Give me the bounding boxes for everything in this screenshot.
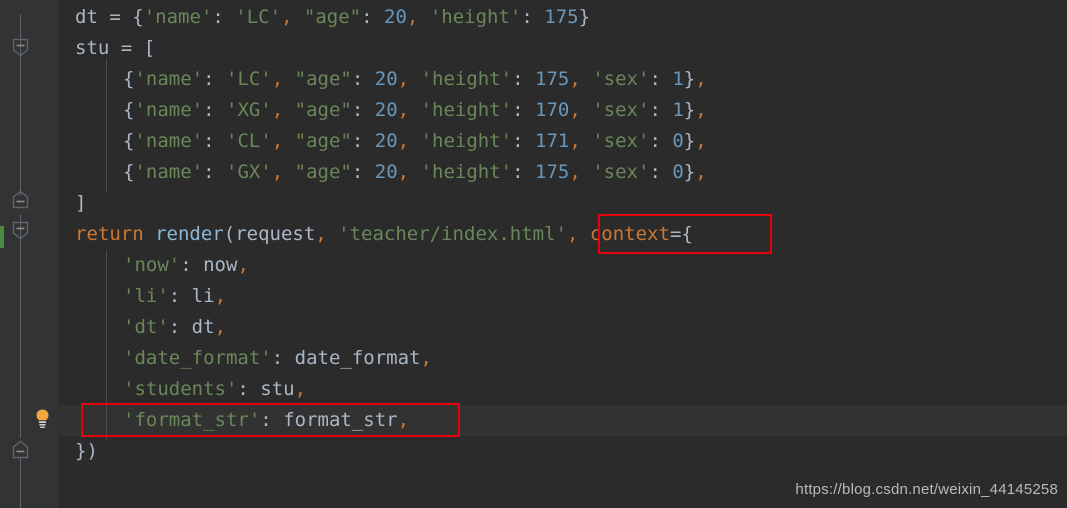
- fold-guide-line-lower: [20, 458, 21, 508]
- code-line-11[interactable]: 'date_format': date_format,: [123, 343, 432, 374]
- fold-expand-list-end-icon[interactable]: [12, 190, 29, 209]
- vcs-change-marker[interactable]: [0, 226, 4, 248]
- code-line-3[interactable]: {'name': 'XG', "age": 20, 'height': 170,…: [123, 95, 707, 126]
- code-line-6[interactable]: ]: [75, 188, 86, 219]
- code-line-9[interactable]: 'li': li,: [123, 281, 226, 312]
- code-line-2[interactable]: {'name': 'LC', "age": 20, 'height': 175,…: [123, 64, 707, 95]
- fold-expand-dict-end-icon[interactable]: [12, 440, 29, 459]
- code-line-4[interactable]: {'name': 'CL', "age": 20, 'height': 171,…: [123, 126, 707, 157]
- gutter-fold-column[interactable]: [8, 0, 58, 508]
- code-line-12[interactable]: 'students': stu,: [123, 374, 306, 405]
- code-line-5[interactable]: {'name': 'GX', "age": 20, 'height': 175,…: [123, 157, 707, 188]
- code-line-1[interactable]: stu = [: [75, 33, 155, 64]
- code-line-13[interactable]: 'format_str': format_str,: [123, 405, 409, 436]
- editor-gutter[interactable]: [0, 0, 58, 508]
- fold-guide-line-return-block: [20, 214, 21, 438]
- code-line-8[interactable]: 'now': now,: [123, 250, 249, 281]
- editor-text-area[interactable]: dt = {'name': 'LC', "age": 20, 'height':…: [58, 0, 1067, 508]
- fold-collapse-return-block-icon[interactable]: [12, 221, 29, 240]
- code-line-7[interactable]: return render(request, 'teacher/index.ht…: [75, 219, 693, 250]
- fold-collapse-stu-list-icon[interactable]: [12, 38, 29, 57]
- code-editor-screenshot: dt = {'name': 'LC', "age": 20, 'height':…: [0, 0, 1067, 508]
- watermark-url: https://blog.csdn.net/weixin_44145258: [795, 481, 1058, 498]
- indent-guide-context-block: [106, 250, 107, 440]
- code-line-10[interactable]: 'dt': dt,: [123, 312, 226, 343]
- code-line-0[interactable]: dt = {'name': 'LC', "age": 20, 'height':…: [75, 2, 590, 33]
- code-line-14[interactable]: }): [75, 436, 98, 467]
- intention-bulb-icon[interactable]: [33, 408, 50, 428]
- fold-guide-line-stu-block: [20, 54, 21, 196]
- indent-guide-stu-block: [106, 58, 107, 192]
